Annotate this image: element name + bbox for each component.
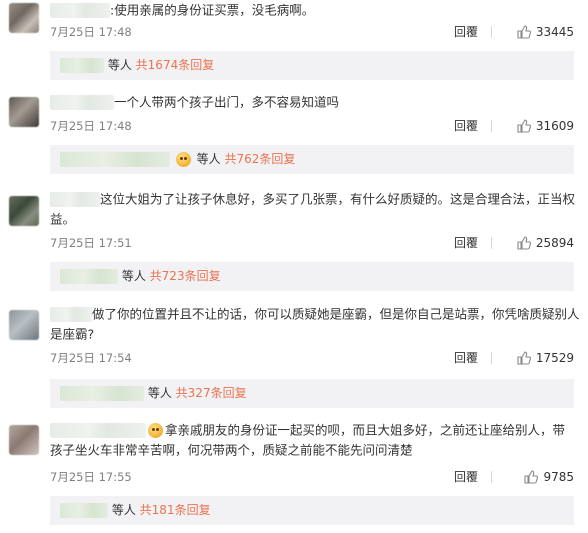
username[interactable] (50, 192, 100, 207)
thumbs-up-icon (517, 119, 531, 133)
timestamp: 7月25日 17:51 (50, 236, 132, 250)
replier-names (60, 386, 144, 401)
divider (491, 471, 492, 483)
like-button[interactable]: 9785 (524, 468, 574, 486)
reply-count-link[interactable]: 共723条回复 (150, 269, 221, 283)
reply-summary[interactable]: 等人 共762条回复 (50, 145, 574, 174)
like-button[interactable]: 33445 (517, 23, 574, 41)
like-count: 33445 (535, 25, 574, 39)
reply-summary[interactable]: 等人 共327条回复 (50, 379, 574, 408)
like-button[interactable]: 25894 (517, 234, 574, 252)
reply-count-link[interactable]: 共1674条回复 (136, 58, 215, 72)
like-count: 31609 (535, 119, 574, 133)
like-count: 17529 (535, 351, 574, 365)
comment-text: 拿亲戚朋友的身份证一起买的呗，而且大姐多好，之前还让座给别人，带 (50, 420, 574, 441)
comment-text: 做了你的位置并且不让的话，你可以质疑她是座霸，但是你自己是站票，你凭啥质疑别人 (50, 304, 580, 325)
thumbs-up-icon (524, 470, 539, 484)
comment-text-line: :使用亲属的身份证买票，没毛病啊。 (110, 2, 315, 18)
reply-button[interactable]: 回覆 (454, 234, 478, 252)
avatar[interactable] (9, 310, 39, 340)
comment-text-line: 这位大姐为了让孩子休息好，多买了几张票，有什么好质疑的。这是合理合法，正当权 (100, 191, 576, 207)
comment-text: 是座霸? (50, 324, 574, 345)
thumbs-up-icon (517, 236, 531, 250)
divider (491, 120, 492, 132)
comment-text-line: 拿亲戚朋友的身份证一起买的呗，而且大姐多好，之前还让座给别人，带 (165, 422, 566, 438)
comment-text-line: 益。 (50, 211, 76, 227)
reply-button[interactable]: 回覆 (454, 117, 478, 135)
replier-names (60, 269, 118, 284)
timestamp: 7月25日 17:54 (50, 351, 132, 365)
timestamp: 7月25日 17:48 (50, 25, 132, 39)
comment-text-line: 一个人带两个孩子出门，多不容易知道吗 (114, 94, 340, 110)
reply-count-link[interactable]: 共181条回复 (140, 503, 211, 517)
thumbs-up-icon (517, 25, 531, 39)
comment-text-line: 孩子坐火车非常辛苦啊，何况带两个，质疑之前能不能先问问清楚 (50, 442, 413, 458)
reply-summary[interactable]: 等人 共1674条回复 (50, 51, 574, 80)
divider (491, 26, 492, 38)
comment-meta: 7月25日 17:48 回覆 31609 (50, 117, 574, 135)
reply-count-link[interactable]: 共762条回复 (225, 152, 296, 166)
like-button[interactable]: 17529 (517, 349, 574, 367)
comment-text: 一个人带两个孩子出门，多不容易知道吗 (50, 92, 574, 113)
comment-text: :使用亲属的身份证买票，没毛病啊。 (50, 0, 574, 21)
username[interactable] (50, 307, 92, 322)
username[interactable] (50, 95, 114, 110)
people-label: 等人 (107, 58, 132, 72)
comment-text-line: 是座霸? (50, 326, 95, 342)
comment-text: 这位大姐为了让孩子休息好，多买了几张票，有什么好质疑的。这是合理合法，正当权 (50, 189, 576, 210)
comment-text-line: 做了你的位置并且不让的话，你可以质疑她是座霸，但是你自己是站票，你凭啥质疑别人 (92, 306, 580, 322)
replier-names (60, 152, 170, 167)
replier-names (60, 58, 104, 73)
people-label: 等人 (111, 503, 136, 517)
replier-names (60, 503, 108, 518)
like-button[interactable]: 31609 (517, 117, 574, 135)
avatar[interactable] (9, 97, 39, 127)
avatar[interactable] (9, 425, 39, 455)
comment-feed: :使用亲属的身份证买票，没毛病啊。 7月25日 17:48 回覆 33445 等… (0, 0, 588, 533)
divider (491, 352, 492, 364)
divider (491, 237, 492, 249)
people-label: 等人 (121, 269, 146, 283)
avatar[interactable] (9, 196, 39, 226)
comment-meta: 7月25日 17:48 回覆 33445 (50, 23, 574, 41)
reply-button[interactable]: 回覆 (454, 349, 478, 367)
timestamp: 7月25日 17:55 (50, 470, 132, 484)
emoji-icon (175, 152, 191, 167)
reply-summary[interactable]: 等人 共723条回复 (50, 262, 574, 291)
reply-button[interactable]: 回覆 (454, 23, 478, 41)
comment-text: 益。 (50, 209, 574, 230)
reply-summary[interactable]: 等人 共181条回复 (50, 496, 574, 525)
like-count: 9785 (543, 470, 574, 484)
comment-text: 孩子坐火车非常辛苦啊，何况带两个，质疑之前能不能先问问清楚 (50, 440, 574, 461)
people-label: 等人 (196, 152, 221, 166)
thumbs-up-icon (517, 351, 531, 365)
reply-count-link[interactable]: 共327条回复 (176, 386, 247, 400)
reply-button[interactable]: 回覆 (454, 468, 478, 486)
avatar[interactable] (9, 3, 39, 33)
emoji-icon (148, 423, 163, 438)
people-label: 等人 (147, 386, 172, 400)
like-count: 25894 (535, 236, 574, 250)
timestamp: 7月25日 17:48 (50, 119, 132, 133)
username[interactable] (50, 3, 110, 18)
username[interactable] (50, 423, 146, 438)
comment-meta: 7月25日 17:55 回覆 9785 (50, 468, 574, 486)
comment-meta: 7月25日 17:51 回覆 25894 (50, 234, 574, 252)
comment-meta: 7月25日 17:54 回覆 17529 (50, 349, 574, 367)
